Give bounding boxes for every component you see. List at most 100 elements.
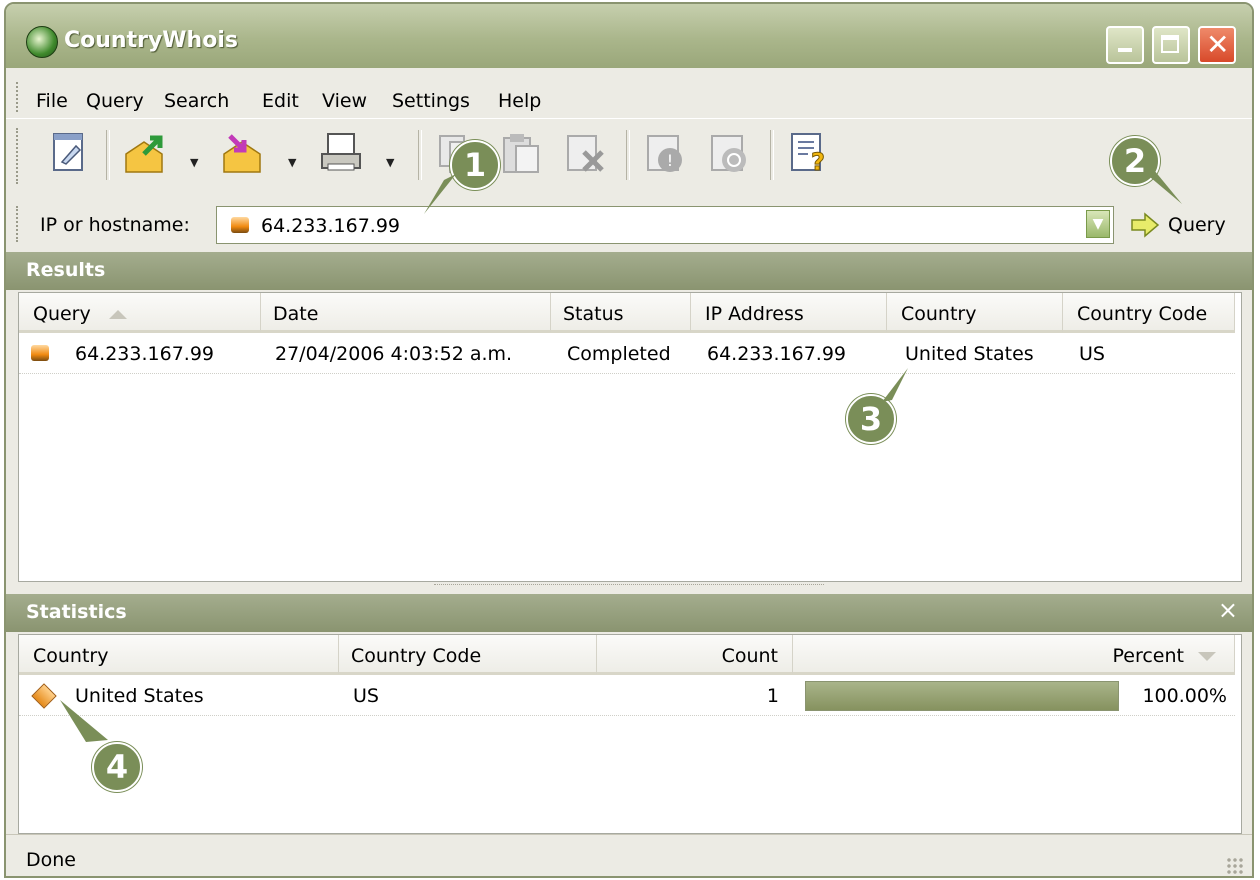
cell-country-code: US [1079,343,1105,365]
callout-4: 4 [92,742,142,792]
help-icon[interactable]: ? [786,130,832,176]
maximize-icon [1161,35,1179,53]
column-ip-address[interactable]: IP Address [691,293,887,333]
statistics-close-icon[interactable]: × [1218,596,1238,624]
address-bar: IP or hostname: 64.233.167.99 ▼ Query [6,198,1252,248]
column-ip-label: IP Address [705,303,804,325]
menu-grip[interactable] [16,82,22,112]
column-status-label: Status [563,303,624,325]
toolbar-separator [770,130,774,180]
toolbar-separator [106,130,110,180]
callout-3-pointer [882,368,908,402]
menu-settings[interactable]: Settings [392,90,470,112]
percent-bar [805,681,1119,711]
computer-icon [31,345,49,361]
cell-ip: 64.233.167.99 [707,343,847,365]
column-date-label: Date [273,303,319,325]
column-stat-country-code[interactable]: Country Code [339,635,597,675]
import-dropdown-arrow[interactable]: ▼ [190,156,198,169]
menu-bar: File Query Search Edit View Settings Hel… [6,72,1252,119]
new-query-icon[interactable] [46,130,92,176]
column-stat-country[interactable]: Country [19,635,339,675]
table-row[interactable]: 64.233.167.99 27/04/2006 4:03:52 a.m. Co… [19,335,1241,375]
menu-search[interactable]: Search [164,90,229,112]
toolbar-separator [626,130,630,180]
column-stat-country-label: Country [33,645,109,667]
cell-stat-percent: 100.00% [1142,685,1227,707]
cell-date: 27/04/2006 4:03:52 a.m. [275,343,513,365]
title-bar[interactable]: CountryWhois ✕ [6,4,1252,68]
query-button[interactable]: Query [1124,208,1240,242]
import-icon[interactable] [122,130,168,176]
results-panel-header: Results [6,252,1252,290]
menu-edit[interactable]: Edit [262,90,299,112]
column-query-label: Query [33,303,127,325]
column-stat-percent[interactable]: Percent [793,635,1235,675]
stop-icon[interactable]: ! [642,130,688,176]
hostname-dropdown-button[interactable]: ▼ [1086,210,1110,238]
app-globe-icon [26,26,58,58]
toolbar: ▼ ▼ ▼ ! ? [6,120,1252,196]
country-marker-icon [31,683,57,709]
column-country-label: Country [901,303,977,325]
cell-query: 64.233.167.99 [75,343,215,365]
menu-query[interactable]: Query [86,90,144,112]
menu-view[interactable]: View [322,90,367,112]
cell-stat-count: 1 [766,685,779,707]
hostname-input[interactable]: 64.233.167.99 [216,206,1114,244]
column-country[interactable]: Country [887,293,1063,333]
column-country-code-label: Country Code [1077,303,1208,325]
export-icon[interactable] [220,130,266,176]
paste-icon[interactable] [498,130,544,176]
statistics-title: Statistics [26,601,127,623]
arrow-right-icon [1131,212,1160,238]
callout-4-pointer [60,700,108,742]
resize-grip-icon[interactable] [1226,857,1244,875]
callout-1-pointer [424,174,456,214]
cell-country: United States [905,343,1034,365]
splitter-grip [434,584,824,585]
sort-descending-icon [1198,652,1216,661]
maximize-button[interactable] [1152,26,1190,64]
cell-status: Completed [567,343,671,365]
sort-ascending-icon [108,310,127,319]
row-divider [19,715,1235,716]
column-stat-count[interactable]: Count [597,635,793,675]
column-stat-count-label: Count [721,645,778,667]
minimize-icon [1118,48,1132,52]
status-bar: Done [6,834,1252,876]
delete-icon[interactable] [562,130,608,176]
computer-icon [231,217,249,233]
column-query[interactable]: Query [19,293,261,333]
svg-text:?: ? [811,148,825,176]
print-dropdown-arrow[interactable]: ▼ [386,156,394,169]
close-icon: ✕ [1206,28,1230,61]
hostname-value: 64.233.167.99 [261,215,401,237]
toolbar-grip[interactable] [16,128,22,184]
row-divider [19,373,1235,374]
export-dropdown-arrow[interactable]: ▼ [288,156,296,169]
menu-file[interactable]: File [36,90,68,112]
app-window: CountryWhois ✕ File Query Search Edit Vi… [4,2,1254,878]
column-date[interactable]: Date [261,293,551,333]
address-label: IP or hostname: [40,214,190,236]
column-stat-percent-label: Percent [1113,645,1216,667]
statistics-list[interactable]: Country Country Code Count Percent Unite… [18,634,1242,834]
column-status[interactable]: Status [551,293,691,333]
print-icon[interactable] [318,130,364,176]
menu-help[interactable]: Help [498,90,541,112]
status-text: Done [26,849,76,871]
svg-text:!: ! [667,151,673,170]
address-grip[interactable] [16,206,22,242]
callout-2-pointer [1144,170,1182,204]
table-row[interactable]: United States US 1 100.00% [19,677,1241,717]
statistics-panel-header: Statistics × [6,594,1252,632]
results-title: Results [26,259,106,281]
column-stat-country-code-label: Country Code [351,645,482,667]
results-list[interactable]: Query Date Status IP Address Country Cou… [18,292,1242,582]
window-title: CountryWhois [64,28,238,53]
minimize-button[interactable] [1106,26,1144,64]
column-country-code[interactable]: Country Code [1063,293,1235,333]
close-button[interactable]: ✕ [1198,26,1236,64]
refresh-icon[interactable] [706,130,752,176]
